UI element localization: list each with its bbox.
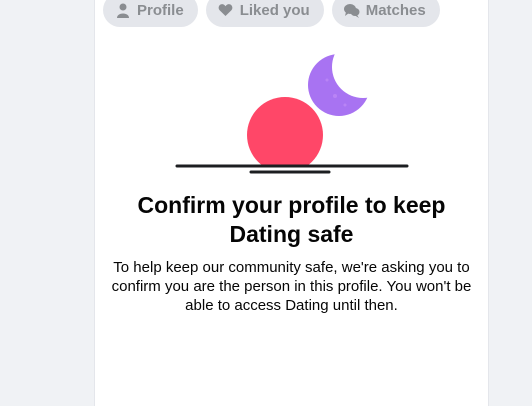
heart-icon [218, 2, 234, 18]
tab-liked-you[interactable]: Liked you [205, 0, 324, 27]
page-title: Confirm your profile to keep Dating safe [137, 192, 446, 247]
chat-bubbles-icon [343, 2, 360, 18]
sunset-moon-illustration [175, 50, 411, 180]
person-icon [115, 2, 131, 18]
tab-matches-label: Matches [365, 1, 426, 19]
moon-icon [308, 54, 370, 116]
dating-panel: Profile Liked you Matches Confirm your p… [94, 0, 489, 406]
dating-tabs: Profile Liked you Matches [103, 0, 440, 27]
sun-icon [247, 97, 323, 166]
description-text: To help keep our community safe, we're a… [111, 259, 472, 314]
tab-profile[interactable]: Profile [103, 0, 198, 27]
tab-profile-label: Profile [137, 1, 184, 19]
tab-matches[interactable]: Matches [331, 0, 440, 27]
tab-liked-you-label: Liked you [239, 1, 310, 19]
